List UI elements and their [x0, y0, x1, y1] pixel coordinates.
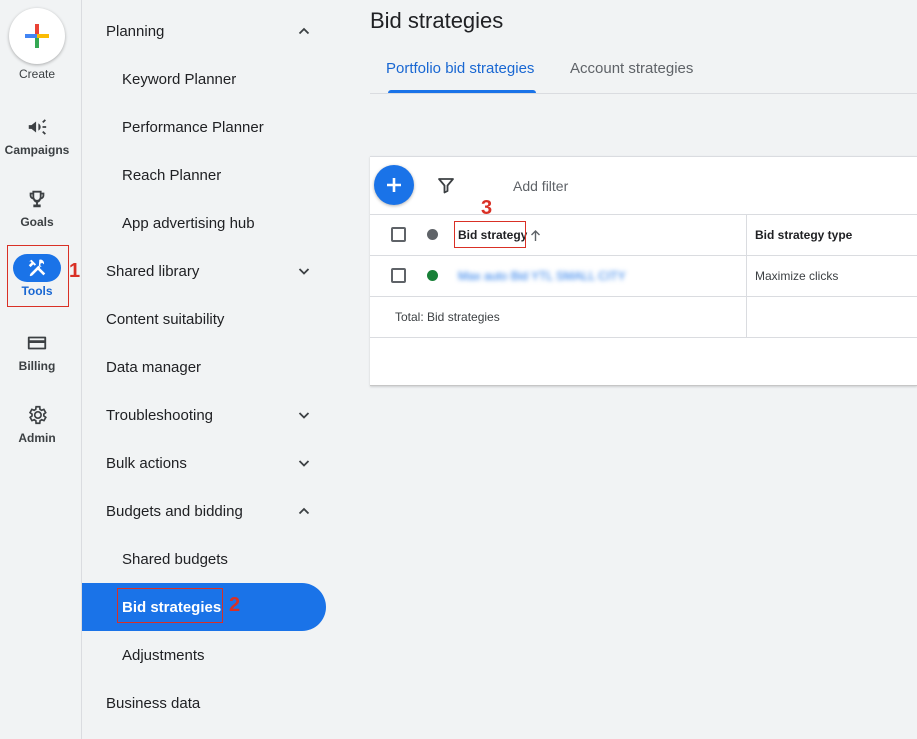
rail-label-campaigns: Campaigns — [4, 143, 70, 157]
nav-item-content-suitability[interactable]: Content suitability — [82, 295, 326, 343]
table-total-row: Total: Bid strategies — [370, 296, 917, 337]
chevron-up-icon — [298, 27, 310, 35]
create-label: Create — [18, 67, 56, 81]
nav-item-keyword-planner[interactable]: Keyword Planner — [82, 55, 326, 103]
row-checkbox[interactable] — [391, 268, 406, 283]
nav-item-troubleshooting[interactable]: Troubleshooting — [82, 391, 326, 439]
nav-label-content-suitability: Content suitability — [106, 310, 225, 328]
annotation-box-bid-strategies — [117, 588, 223, 623]
campaigns-icon — [13, 113, 61, 141]
nav-label-planning: Planning — [106, 22, 165, 40]
add-filter-button[interactable]: Add filter — [513, 178, 568, 194]
tab-portfolio-bid-strategies[interactable]: Portfolio bid strategies — [386, 60, 534, 77]
add-bid-strategy-button[interactable] — [374, 165, 414, 205]
main-content: Bid strategies Portfolio bid strategies … — [370, 0, 917, 739]
nav-item-reach-planner[interactable]: Reach Planner — [82, 151, 326, 199]
nav-label-adjustments: Adjustments — [122, 646, 205, 664]
rail-item-goals[interactable]: Goals — [0, 185, 74, 229]
nav-item-performance-planner[interactable]: Performance Planner — [82, 103, 326, 151]
annotation-number-3: 3 — [481, 197, 493, 219]
nav-label-shared-library: Shared library — [106, 262, 200, 280]
nav-item-budgets-and-bidding[interactable]: Budgets and bidding — [82, 487, 326, 535]
total-label: Total: Bid strategies — [395, 310, 500, 324]
nav-label-data-manager: Data manager — [106, 358, 202, 376]
plus-multicolor-icon — [25, 24, 49, 48]
trophy-icon — [13, 185, 61, 213]
nav-item-data-manager[interactable]: Data manager — [82, 343, 326, 391]
page-title: Bid strategies — [370, 8, 504, 33]
nav-item-shared-budgets[interactable]: Shared budgets — [82, 535, 326, 583]
column-divider — [746, 256, 747, 296]
nav-item-adjustments[interactable]: Adjustments — [82, 631, 326, 679]
nav-label-budgets-and-bidding: Budgets and bidding — [106, 502, 243, 520]
chevron-down-icon — [298, 412, 310, 419]
rail-label-goals: Goals — [20, 215, 54, 229]
nav-label-business-data: Business data — [106, 694, 201, 712]
status-column-dot — [427, 229, 438, 240]
chevron-down-icon — [298, 460, 310, 467]
nav-label-bulk-actions: Bulk actions — [106, 454, 187, 472]
table-bottom-border — [370, 337, 917, 338]
nav-item-business-data[interactable]: Business data — [82, 679, 326, 727]
active-tab-indicator — [388, 90, 536, 93]
table-row: Max auto Bid YTL SMALL CITY Maximize cli… — [370, 255, 917, 296]
enabled-status-dot — [427, 270, 438, 281]
chevron-up-icon — [298, 507, 310, 515]
annotation-number-2: 2 — [229, 594, 241, 616]
annotation-box-bid-strategy-header — [454, 221, 526, 248]
rail-label-billing: Billing — [18, 359, 56, 373]
column-header-bid-strategy-type[interactable]: Bid strategy type — [755, 228, 852, 242]
bid-strategy-type-value: Maximize clicks — [755, 269, 839, 283]
column-divider — [746, 297, 747, 337]
nav-label-app-advertising-hub: App advertising hub — [122, 214, 255, 232]
gear-icon — [13, 401, 61, 429]
nav-label-performance-planner: Performance Planner — [122, 118, 264, 136]
nav-item-planning[interactable]: Planning — [82, 7, 326, 55]
select-all-checkbox[interactable] — [391, 227, 406, 242]
rail-item-admin[interactable]: Admin — [0, 401, 74, 445]
chevron-down-icon — [298, 268, 310, 275]
annotation-number-1: 1 — [69, 260, 81, 282]
plus-icon — [387, 178, 401, 192]
nav-label-troubleshooting: Troubleshooting — [106, 406, 214, 424]
tab-account-strategies[interactable]: Account strategies — [570, 60, 693, 77]
rail-item-billing[interactable]: Billing — [0, 329, 74, 373]
tab-bar: Portfolio bid strategies Account strateg… — [370, 50, 917, 94]
nav-item-app-advertising-hub[interactable]: App advertising hub — [82, 199, 326, 247]
nav-label-keyword-planner: Keyword Planner — [122, 70, 237, 88]
left-rail: Create Campaigns Goals Tools Billing Adm… — [0, 0, 82, 739]
nav-label-shared-budgets: Shared budgets — [122, 550, 228, 568]
filter-icon[interactable] — [437, 176, 455, 194]
credit-card-icon — [13, 329, 61, 357]
table-card: Add filter Bid strategy Bid strategy typ… — [370, 156, 917, 386]
nav-label-reach-planner: Reach Planner — [122, 166, 222, 184]
annotation-box-tools — [7, 245, 69, 307]
rail-label-admin: Admin — [18, 431, 56, 445]
rail-item-campaigns[interactable]: Campaigns — [0, 113, 74, 157]
nav-item-shared-library[interactable]: Shared library — [82, 247, 326, 295]
table-header-row: Bid strategy Bid strategy type — [370, 214, 917, 255]
nav-item-bulk-actions[interactable]: Bulk actions — [82, 439, 326, 487]
column-divider — [746, 215, 747, 255]
arrow-up-icon[interactable] — [529, 229, 542, 242]
bid-strategy-name-link[interactable]: Max auto Bid YTL SMALL CITY — [458, 269, 626, 283]
nav-drawer: Planning Keyword Planner Performance Pla… — [82, 0, 370, 739]
create-button[interactable] — [9, 8, 65, 64]
